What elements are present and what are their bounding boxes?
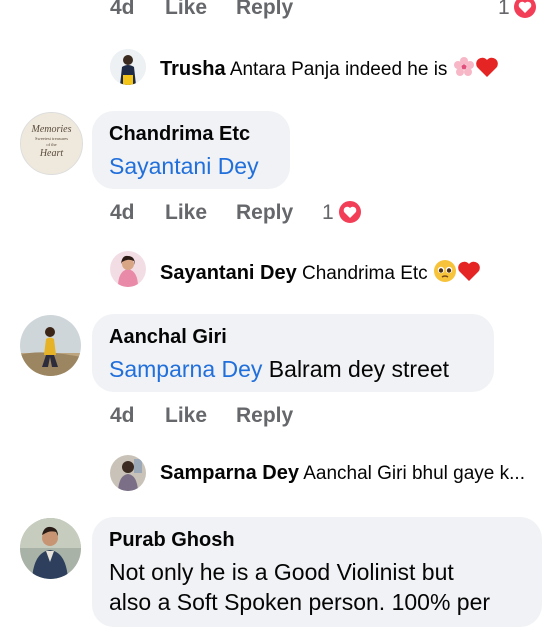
avatar[interactable] — [110, 251, 146, 287]
comment-meta-row: 4d Like Reply 1 — [110, 199, 410, 227]
reply-item: Samparna Dey Aanchal Giri bhul gaye k... — [160, 462, 525, 485]
comment-author[interactable]: Purab Ghosh — [109, 529, 235, 552]
heart-react-icon — [512, 0, 538, 26]
comment-mention[interactable]: Samparna Dey — [109, 356, 262, 382]
reply-item: Trusha Antara Panja indeed he is — [160, 56, 499, 84]
reply-text: indeed he is — [339, 59, 448, 81]
svg-text:Memories: Memories — [31, 124, 72, 135]
red-heart-icon — [457, 260, 481, 288]
svg-text:Heart: Heart — [39, 148, 64, 159]
timestamp[interactable]: 4d — [110, 0, 135, 20]
reply-button[interactable]: Reply — [236, 404, 293, 428]
comment-meta-row: 4d Like Reply — [110, 404, 410, 430]
reply-text[interactable]: Aanchal Giri bhul gaye k... — [303, 463, 525, 484]
timestamp[interactable]: 4d — [110, 404, 135, 428]
comment-author[interactable]: Aanchal Giri — [109, 326, 227, 349]
avatar[interactable] — [110, 455, 146, 491]
avatar[interactable] — [20, 518, 81, 579]
red-heart-icon — [475, 56, 499, 84]
reaction-count[interactable]: 1 — [322, 201, 334, 225]
like-button[interactable]: Like — [165, 404, 207, 428]
reply-author[interactable]: Samparna Dey — [160, 462, 299, 484]
comment-bubble: Aanchal Giri Samparna Dey Balram dey str… — [92, 314, 494, 392]
heart-react-icon — [337, 199, 363, 231]
like-button[interactable]: Like — [165, 201, 207, 225]
comment-bubble: Chandrima Etc Sayantani Dey — [92, 111, 290, 189]
avatar[interactable] — [20, 315, 81, 376]
pleading-face-icon — [433, 259, 457, 289]
comment-meta-row: 4d Like Reply 1 — [110, 0, 550, 22]
comment-text: Not only he is a Good Violinist but — [109, 559, 454, 585]
svg-text:of the: of the — [46, 142, 56, 147]
comment-bubble: Purab Ghosh Not only he is a Good Violin… — [92, 517, 542, 627]
comment-text: Samparna Dey Balram dey street — [109, 356, 450, 382]
avatar[interactable] — [110, 49, 146, 85]
reply-mention[interactable]: Antara Panja — [230, 59, 340, 80]
comment-mention[interactable]: Sayantani Dey — [109, 153, 259, 179]
reaction-count[interactable]: 1 — [498, 0, 510, 20]
reply-author[interactable]: Sayantani Dey — [160, 262, 297, 284]
cherry-blossom-icon — [453, 56, 475, 84]
comment-author[interactable]: Chandrima Etc — [109, 123, 250, 146]
reply-button[interactable]: Reply — [236, 0, 293, 20]
comment-text: Sayantani Dey — [109, 153, 259, 180]
reply-button[interactable]: Reply — [236, 201, 293, 225]
like-button[interactable]: Like — [165, 0, 207, 20]
svg-text:Sweetest treasures: Sweetest treasures — [35, 136, 68, 141]
reply-item: Sayantani Dey Chandrima Etc — [160, 259, 481, 289]
avatar[interactable]: Memories Sweetest treasures of the Heart — [20, 112, 83, 175]
reply-author[interactable]: Trusha — [160, 58, 226, 80]
reply-mention[interactable]: Chandrima Etc — [302, 263, 428, 284]
timestamp[interactable]: 4d — [110, 201, 135, 225]
comment-text: also a Soft Spoken person. 100% per — [109, 589, 491, 615]
